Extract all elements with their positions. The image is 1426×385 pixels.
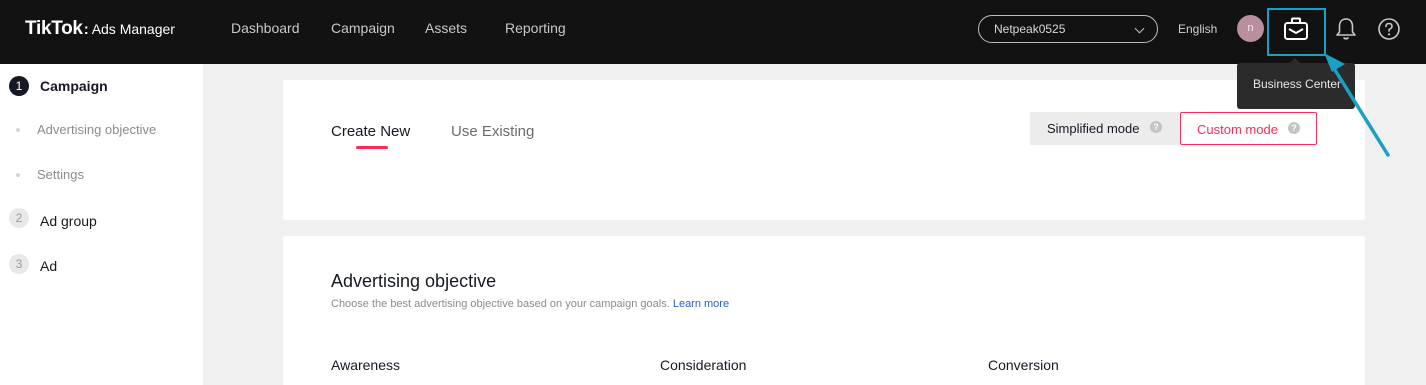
objective-column-consideration: Consideration xyxy=(660,357,747,373)
nav-dashboard[interactable]: Dashboard xyxy=(231,20,300,36)
business-center-icon[interactable] xyxy=(1283,17,1309,46)
nav-reporting[interactable]: Reporting xyxy=(505,20,566,36)
step-sidebar: 1 Campaign Advertising objective Setting… xyxy=(0,64,203,385)
top-bar: TikTok : Ads Manager Dashboard Campaign … xyxy=(0,0,1426,64)
tab-use-existing[interactable]: Use Existing xyxy=(451,123,534,140)
step-number-1: 1 xyxy=(9,76,29,96)
objective-column-awareness: Awareness xyxy=(331,357,401,373)
tab-create-new[interactable]: Create New xyxy=(331,123,410,140)
custom-mode-button[interactable]: Custom mode ? xyxy=(1180,112,1317,145)
campaign-create-card: Create New Use Existing Simplified mode … xyxy=(283,80,1365,220)
avatar[interactable]: n xyxy=(1237,15,1264,42)
learn-more-link[interactable]: Learn more xyxy=(673,298,729,310)
step-ad-group[interactable]: Ad group xyxy=(40,213,97,229)
account-name: Netpeak0525 xyxy=(994,22,1066,36)
step-number-3: 3 xyxy=(9,254,29,274)
nav-campaign[interactable]: Campaign xyxy=(331,20,395,36)
simplified-mode-button[interactable]: Simplified mode ? xyxy=(1030,112,1180,145)
tiktok-ads-manager-logo[interactable]: TikTok : Ads Manager xyxy=(25,18,175,40)
question-icon[interactable]: ? xyxy=(1150,121,1162,133)
language-switcher[interactable]: English xyxy=(1178,22,1217,36)
active-tab-indicator xyxy=(356,146,388,149)
substep-dot xyxy=(16,128,20,132)
substep-settings[interactable]: Settings xyxy=(37,167,84,182)
tooltip-caret xyxy=(1290,58,1300,63)
nav-assets[interactable]: Assets xyxy=(425,20,467,36)
step-campaign[interactable]: Campaign xyxy=(40,78,108,94)
custom-mode-label: Custom mode xyxy=(1197,122,1278,137)
logo-wordmark: TikTok xyxy=(25,18,83,39)
bell-icon[interactable] xyxy=(1334,16,1358,47)
chevron-down-icon xyxy=(1134,23,1145,34)
account-selector[interactable]: Netpeak0525 xyxy=(978,15,1158,43)
substep-advertising-objective[interactable]: Advertising objective xyxy=(37,122,156,137)
logo-subtitle: Ads Manager xyxy=(91,21,175,37)
question-icon[interactable]: ? xyxy=(1288,122,1300,134)
simplified-mode-label: Simplified mode xyxy=(1047,121,1140,136)
substep-dot xyxy=(16,173,20,177)
objective-column-conversion: Conversion xyxy=(988,357,1059,373)
step-number-2: 2 xyxy=(9,208,29,228)
advertising-objective-card: Advertising objective Choose the best ad… xyxy=(283,236,1365,385)
section-title: Advertising objective xyxy=(331,271,497,291)
section-description: Choose the best advertising objective ba… xyxy=(331,298,729,310)
annotation-arrow-icon xyxy=(1324,53,1390,157)
description-text: Choose the best advertising objective ba… xyxy=(331,298,670,310)
logo-colon: : xyxy=(83,21,89,38)
step-ad[interactable]: Ad xyxy=(40,258,57,274)
help-icon[interactable] xyxy=(1377,17,1401,46)
